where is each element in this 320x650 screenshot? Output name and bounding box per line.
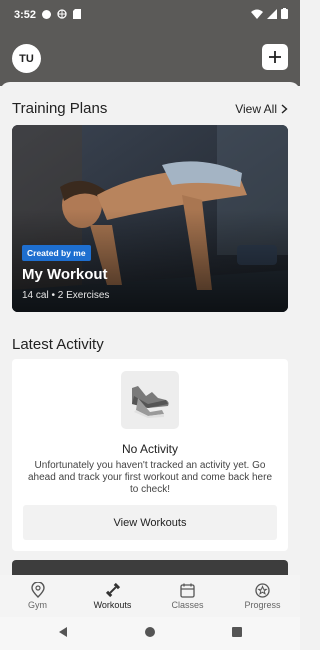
avatar-initials: TU: [19, 52, 34, 65]
sd-card-icon: [73, 9, 81, 19]
wifi-icon: [251, 9, 263, 19]
notification-dot-icon: [42, 9, 51, 19]
plan-meta: 14 cal • 2 Exercises: [22, 290, 110, 301]
main-content: Training Plans View All Created by me My…: [0, 82, 300, 575]
status-bar: 3:52: [0, 0, 300, 30]
partially-hidden-button[interactable]: [12, 560, 288, 575]
location-pin-icon: [30, 582, 45, 598]
chevron-right-icon: [281, 103, 288, 114]
latest-activity-title: Latest Activity: [12, 336, 104, 353]
tab-workouts-label: Workouts: [93, 600, 132, 610]
no-activity-title: No Activity: [121, 442, 178, 456]
dumbbell-icon: [105, 582, 120, 598]
tab-gym-label: Gym: [28, 600, 47, 610]
app-header: TU: [0, 30, 300, 86]
signal-icon: [267, 8, 277, 19]
tab-gym[interactable]: Gym: [0, 575, 75, 617]
activity-card: No Activity Unfortunately you haven't tr…: [12, 359, 288, 551]
tab-classes[interactable]: Classes: [150, 575, 225, 617]
globe-icon: [57, 9, 67, 19]
add-button[interactable]: [262, 44, 288, 70]
training-plan-card[interactable]: Created by me My Workout 14 cal • 2 Exer…: [12, 125, 288, 312]
battery-icon: [281, 8, 288, 19]
sneaker-icon: [132, 386, 169, 418]
workout-photo: [12, 125, 288, 312]
bottom-tab-bar: Gym Workouts Classes Progress: [0, 575, 300, 617]
avatar[interactable]: TU: [12, 44, 41, 73]
star-badge-icon: [255, 582, 270, 598]
latest-activity-header: Latest Activity: [12, 336, 288, 353]
view-all-link[interactable]: View All: [235, 102, 288, 116]
plan-tag-badge: Created by me: [22, 245, 91, 261]
plus-icon: [269, 51, 281, 63]
no-activity-description: Unfortunately you haven't tracked an act…: [27, 460, 273, 495]
tab-workouts[interactable]: Workouts: [75, 575, 150, 617]
system-nav-bar: [0, 617, 300, 650]
plan-name: My Workout: [22, 266, 108, 283]
tab-classes-label: Classes: [171, 599, 204, 610]
home-icon[interactable]: [144, 626, 156, 638]
recents-icon[interactable]: [231, 626, 243, 638]
tab-progress-label: Progress: [244, 599, 281, 610]
view-all-label: View All: [235, 101, 277, 116]
training-plans-title: Training Plans: [12, 100, 108, 117]
shoe-icon-box: [121, 371, 179, 429]
status-time: 3:52: [14, 9, 37, 21]
training-plans-header: Training Plans View All: [12, 100, 288, 117]
tab-progress[interactable]: Progress: [225, 575, 300, 617]
calendar-icon: [180, 583, 195, 598]
back-icon[interactable]: [57, 626, 69, 638]
view-workouts-button[interactable]: View Workouts: [23, 505, 277, 540]
